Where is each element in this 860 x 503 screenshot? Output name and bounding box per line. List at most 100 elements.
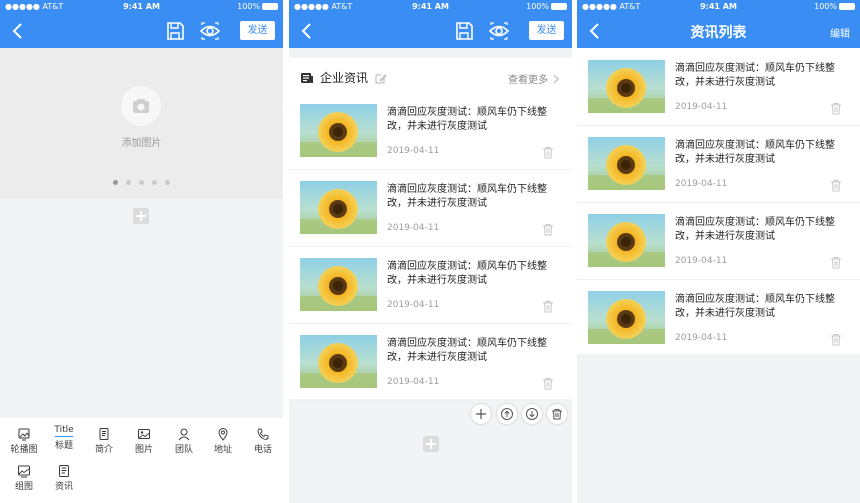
move-up-icon[interactable] [497, 404, 517, 424]
carousel-dot[interactable] [113, 180, 118, 185]
toolbar-item-carousel[interactable]: 轮播图 [4, 422, 44, 455]
sunflower-thumbnail [588, 291, 665, 344]
news-title: 滴滴回应灰度测试：顺风车仍下线整改，并未进行灰度测试 [387, 184, 547, 209]
toolbar-item-image[interactable]: 图片 [124, 422, 164, 455]
toolbar-item-news[interactable]: 资讯 [44, 459, 84, 492]
title-word-label: Title [54, 425, 74, 435]
sunflower-thumbnail [588, 60, 665, 113]
battery-indicator: 100% [526, 2, 567, 11]
preview-icon[interactable] [488, 20, 510, 42]
phone-icon [256, 426, 270, 440]
carousel-area[interactable]: 添加图片 [0, 48, 283, 198]
battery-percent: 100% [237, 2, 260, 11]
list-item[interactable]: 滴滴回应灰度测试：顺风车仍下线整改，并未进行灰度测试 2019-04-11 [289, 171, 572, 247]
trash-icon[interactable] [830, 177, 842, 190]
nav-bar: 资讯列表 编辑 [577, 14, 860, 48]
location-icon [216, 426, 230, 441]
nav-bar: 发送 [0, 14, 283, 48]
news-date: 2019-04-11 [675, 256, 728, 266]
toolbar-item-label: 地址 [213, 445, 232, 455]
send-button[interactable]: 发送 [240, 21, 275, 40]
edit-icon[interactable] [374, 70, 387, 84]
screen-stage: ●●●●● AT&T 9:41 AM 100% 发送 添加图片 + 轮播图 Tit… [0, 0, 860, 503]
status-bar: ●●●●● AT&T 9:41 AM 100% [0, 0, 283, 14]
page-title: 资讯列表 [690, 25, 747, 41]
trash-icon[interactable] [542, 298, 554, 311]
news-date: 2019-04-11 [675, 179, 728, 189]
toolbar-item-title[interactable]: Title 标题 [44, 422, 84, 454]
trash-icon[interactable] [542, 221, 554, 234]
toolbar-item-intro[interactable]: 简介 [84, 422, 124, 455]
carousel-dot[interactable] [152, 180, 157, 185]
battery-icon [551, 3, 567, 10]
toolbar-item-label: 轮播图 [10, 445, 38, 455]
news-section[interactable]: 企业资讯 查看更多 滴滴回应灰度测试：顺风车仍下线整改，并未进行灰度测试 2019… [289, 58, 572, 401]
save-icon[interactable] [164, 20, 186, 42]
news-title: 滴滴回应灰度测试：顺风车仍下线整改，并未进行灰度测试 [675, 63, 835, 88]
editor-screen-a: ●●●●● AT&T 9:41 AM 100% 发送 添加图片 + 轮播图 Tit… [0, 0, 283, 503]
news-date: 2019-04-11 [387, 223, 440, 233]
camera-icon[interactable] [121, 86, 161, 126]
see-more-link[interactable]: 查看更多 [508, 71, 548, 86]
battery-percent: 100% [814, 2, 837, 11]
title-underline [55, 436, 73, 437]
sunflower-thumbnail [300, 258, 377, 311]
toolbar-item-gallery[interactable]: 组图 [4, 459, 44, 492]
news-list: 滴滴回应灰度测试：顺风车仍下线整改，并未进行灰度测试 2019-04-11 滴滴回应… [577, 48, 860, 357]
status-bar: ●●●●● AT&T 9:41 AM 100% [289, 0, 572, 14]
trash-icon[interactable] [830, 100, 842, 113]
list-item[interactable]: 滴滴回应灰度测试：顺风车仍下线整改，并未进行灰度测试 2019-04-11 [289, 325, 572, 401]
list-item[interactable]: 滴滴回应灰度测试：顺风车仍下线整改，并未进行灰度测试 2019-04-11 [289, 94, 572, 170]
toolbar-item-label: 简介 [94, 445, 113, 455]
back-icon[interactable] [8, 20, 28, 42]
toolbar-item-team[interactable]: 团队 [164, 422, 204, 455]
edit-button[interactable]: 编辑 [830, 25, 850, 40]
carousel-icon [17, 426, 31, 441]
chevron-right-icon[interactable] [552, 70, 561, 84]
image-icon [137, 426, 151, 440]
trash-icon[interactable] [542, 144, 554, 157]
news-date: 2019-04-11 [387, 146, 440, 156]
toolbar-item-location[interactable]: 地址 [203, 422, 243, 455]
add-icon[interactable] [471, 404, 491, 424]
news-title: 滴滴回应灰度测试：顺风车仍下线整改，并未进行灰度测试 [387, 261, 547, 286]
carousel-dot[interactable] [165, 180, 170, 185]
carousel-dot[interactable] [139, 180, 144, 185]
trash-icon[interactable] [830, 331, 842, 344]
news-icon [300, 70, 314, 84]
news-title: 滴滴回应灰度测试：顺风车仍下线整改，并未进行灰度测试 [675, 217, 835, 242]
add-image-label[interactable]: 添加图片 [0, 134, 283, 149]
list-item[interactable]: 滴滴回应灰度测试：顺风车仍下线整改，并未进行灰度测试 2019-04-11 [577, 50, 860, 126]
section-header: 企业资讯 查看更多 [289, 58, 572, 94]
add-block-button[interactable]: + [423, 436, 439, 452]
team-icon [177, 426, 191, 441]
news-date: 2019-04-11 [675, 333, 728, 343]
news-date: 2019-04-11 [675, 102, 728, 112]
toolbar-item-label: 图片 [134, 445, 153, 455]
trash-icon[interactable] [830, 254, 842, 267]
sunflower-thumbnail [300, 181, 377, 234]
section-title: 企业资讯 [320, 71, 369, 85]
toolbar-item-phone[interactable]: 电话 [243, 422, 283, 455]
add-block-button[interactable]: + [133, 208, 149, 224]
news-title: 滴滴回应灰度测试：顺风车仍下线整改，并未进行灰度测试 [675, 140, 835, 165]
trash-icon[interactable] [542, 375, 554, 388]
toolbar-item-label: 标题 [54, 441, 73, 451]
list-item[interactable]: 滴滴回应灰度测试：顺风车仍下线整改，并未进行灰度测试 2019-04-11 [577, 127, 860, 203]
list-item[interactable]: 滴滴回应灰度测试：顺风车仍下线整改，并未进行灰度测试 2019-04-11 [289, 248, 572, 324]
send-button[interactable]: 发送 [529, 21, 564, 40]
delete-icon[interactable] [547, 404, 567, 424]
list-item[interactable]: 滴滴回应灰度测试：顺风车仍下线整改，并未进行灰度测试 2019-04-11 [577, 281, 860, 357]
sunflower-thumbnail [588, 214, 665, 267]
toolbar-item-label: 组图 [14, 482, 33, 492]
carousel-dots [0, 180, 283, 185]
preview-icon[interactable] [199, 20, 221, 42]
list-item[interactable]: 滴滴回应灰度测试：顺风车仍下线整改，并未进行灰度测试 2019-04-11 [577, 204, 860, 280]
editor-screen-b: ●●●●● AT&T 9:41 AM 100% 发送 企业资讯 查看更多 滴滴回… [289, 0, 572, 503]
carousel-dot[interactable] [126, 180, 131, 185]
save-icon[interactable] [453, 20, 475, 42]
toolbar-item-label: 团队 [174, 445, 193, 455]
move-down-icon[interactable] [522, 404, 542, 424]
news-title: 滴滴回应灰度测试：顺风车仍下线整改，并未进行灰度测试 [387, 107, 547, 132]
back-icon[interactable] [297, 20, 317, 42]
